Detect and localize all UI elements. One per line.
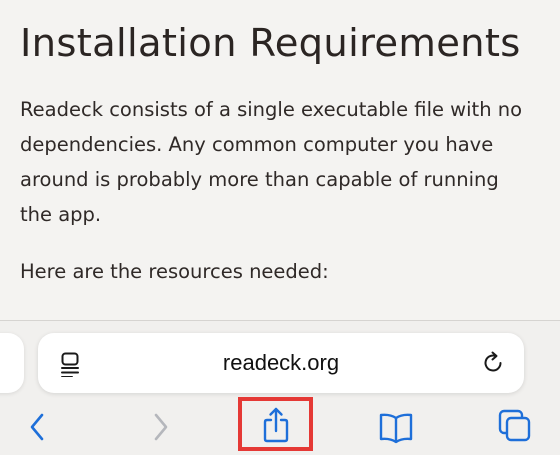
tabs-icon	[498, 409, 531, 442]
address-bar[interactable]: readeck.org	[38, 333, 524, 393]
back-button[interactable]	[16, 405, 60, 449]
back-chevron-icon	[30, 413, 44, 441]
bookmarks-button[interactable]	[374, 405, 418, 449]
article-paragraph: Readeck consists of a single executable …	[20, 98, 523, 226]
share-icon	[263, 407, 289, 443]
article-paragraph: Here are the resources needed:	[20, 260, 329, 283]
forward-chevron-icon	[154, 413, 168, 441]
forward-button[interactable]	[138, 405, 182, 449]
bookmarks-book-icon	[379, 413, 413, 444]
reload-icon[interactable]	[480, 350, 506, 376]
previous-tab-card[interactable]	[0, 333, 24, 393]
url-text[interactable]: readeck.org	[38, 348, 524, 378]
share-button[interactable]	[254, 404, 298, 448]
article-content: Installation Requirements Readeck consis…	[0, 0, 560, 320]
page-heading: Installation Requirements	[20, 21, 521, 66]
tabs-button[interactable]	[494, 404, 538, 448]
